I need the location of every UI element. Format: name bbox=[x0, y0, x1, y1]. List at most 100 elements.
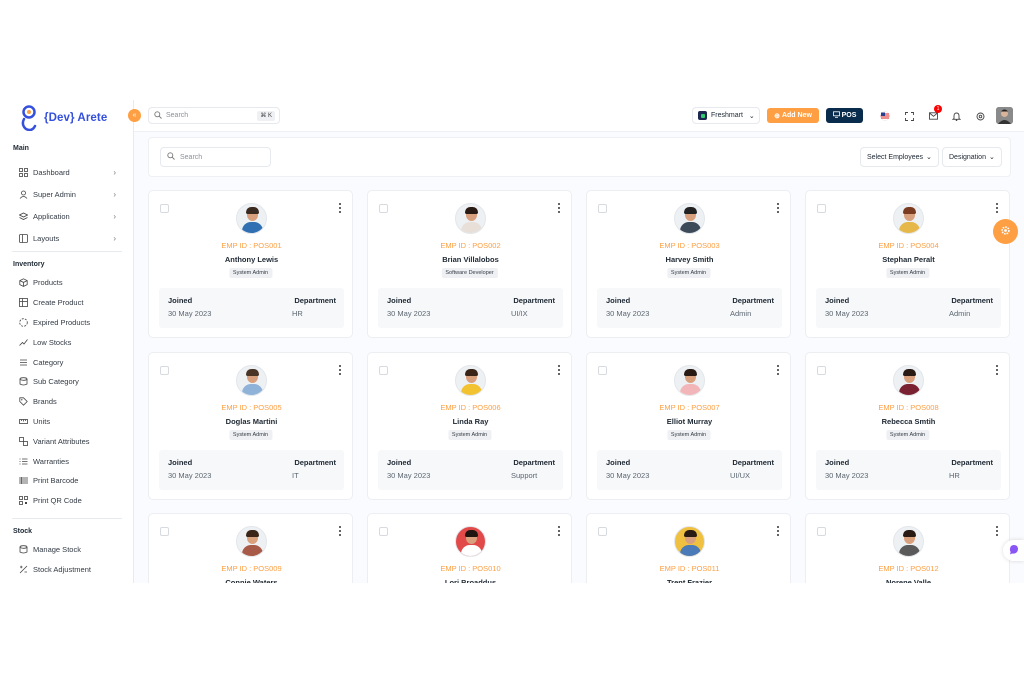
pos-button[interactable]: POS bbox=[826, 108, 863, 123]
chat-widget-button[interactable] bbox=[1003, 540, 1024, 561]
sidebar-item-print-qr-code[interactable]: Print QR Code bbox=[0, 491, 133, 511]
sidebar-item-create-product[interactable]: Create Product bbox=[0, 293, 133, 313]
card-checkbox[interactable] bbox=[598, 204, 607, 213]
settings-icon[interactable] bbox=[973, 109, 987, 123]
sidebar-item-low-stocks[interactable]: Low Stocks bbox=[0, 332, 133, 352]
sidebar-item-stock-adjustment[interactable]: Stock Adjustment bbox=[0, 560, 133, 580]
card-checkbox[interactable] bbox=[598, 366, 607, 375]
card-checkbox[interactable] bbox=[379, 366, 388, 375]
card-checkbox[interactable] bbox=[379, 204, 388, 213]
employee-search-input[interactable]: Search bbox=[160, 147, 271, 167]
more-vertical-icon[interactable] bbox=[557, 365, 561, 375]
brand-logo[interactable]: {Dev} Arete bbox=[20, 104, 107, 132]
more-vertical-icon[interactable] bbox=[995, 203, 999, 213]
select-employees-dropdown[interactable]: Select Employees ⌄ bbox=[860, 147, 939, 167]
employee-card[interactable]: EMP ID : POS002 Brian Villalobos Softwar… bbox=[367, 190, 572, 338]
avatar-hair bbox=[903, 207, 916, 214]
more-vertical-icon[interactable] bbox=[338, 526, 342, 536]
sidebar-item-expired-products[interactable]: Expired Products bbox=[0, 313, 133, 333]
card-checkbox[interactable] bbox=[160, 366, 169, 375]
department-label: Department bbox=[951, 296, 993, 305]
employee-name[interactable]: Connie Waters bbox=[149, 578, 354, 583]
employee-card[interactable]: EMP ID : POS008 Rebecca Smtih System Adm… bbox=[805, 352, 1010, 500]
mail-icon[interactable]: 1 bbox=[926, 105, 942, 123]
fullscreen-icon[interactable] bbox=[902, 109, 916, 123]
employee-card[interactable]: EMP ID : POS004 Stephan Peralt System Ad… bbox=[805, 190, 1010, 338]
joined-date: 30 May 2023 bbox=[168, 471, 212, 480]
sidebar-item-manage-stock[interactable]: Manage Stock bbox=[0, 540, 133, 560]
employee-card[interactable]: EMP ID : POS005 Doglas Martini System Ad… bbox=[148, 352, 353, 500]
language-flag-icon[interactable] bbox=[878, 109, 892, 123]
more-vertical-icon[interactable] bbox=[557, 526, 561, 536]
joined-date: 30 May 2023 bbox=[606, 309, 650, 318]
employee-name[interactable]: Rebecca Smtih bbox=[806, 417, 1011, 426]
user-icon bbox=[19, 190, 28, 199]
sidebar-item-label: Manage Stock bbox=[33, 545, 81, 555]
employee-card[interactable]: EMP ID : POS007 Elliot Murray System Adm… bbox=[586, 352, 791, 500]
employee-role-badge: System Admin bbox=[666, 430, 711, 440]
sidebar-item-brands[interactable]: Brands bbox=[0, 392, 133, 412]
department-value: HR bbox=[292, 309, 303, 318]
employee-name[interactable]: Elliot Murray bbox=[587, 417, 792, 426]
department-value: Admin bbox=[730, 309, 752, 318]
employee-card[interactable]: EMP ID : POS011 Trent Frazier bbox=[586, 513, 791, 583]
card-checkbox[interactable] bbox=[817, 527, 826, 536]
joined-date: 30 May 2023 bbox=[825, 471, 869, 480]
sidebar-item-units[interactable]: Units bbox=[0, 412, 133, 432]
sidebar-item-application[interactable]: Application › bbox=[0, 205, 133, 227]
employee-name[interactable]: Harvey Smith bbox=[587, 255, 792, 264]
user-avatar[interactable] bbox=[996, 107, 1013, 124]
joined-label: Joined bbox=[168, 296, 193, 305]
card-checkbox[interactable] bbox=[817, 366, 826, 375]
employee-name[interactable]: Anthony Lewis bbox=[149, 255, 354, 264]
employee-role-badge: Software Developer bbox=[441, 268, 498, 278]
employee-info-panel: Joined 30 May 2023 Department UI/IX bbox=[378, 288, 563, 328]
card-checkbox[interactable] bbox=[160, 204, 169, 213]
sidebar-item-dashboard[interactable]: Dashboard › bbox=[0, 161, 133, 183]
employee-name[interactable]: Trent Frazier bbox=[587, 578, 792, 583]
employee-name[interactable]: Brian Villalobos bbox=[368, 255, 573, 264]
header-search-input[interactable]: Search ⌘ K bbox=[148, 107, 280, 124]
employee-card[interactable]: EMP ID : POS003 Harvey Smith System Admi… bbox=[586, 190, 791, 338]
select-employees-label: Select Employees bbox=[867, 153, 924, 161]
card-checkbox[interactable] bbox=[160, 527, 169, 536]
employee-card[interactable]: EMP ID : POS010 Lori Broaddus bbox=[367, 513, 572, 583]
department-value: UI/IX bbox=[511, 309, 528, 318]
sidebar-item-category[interactable]: Category bbox=[0, 352, 133, 372]
more-vertical-icon[interactable] bbox=[338, 203, 342, 213]
more-vertical-icon[interactable] bbox=[776, 203, 780, 213]
card-checkbox[interactable] bbox=[598, 527, 607, 536]
sidebar-item-super-admin[interactable]: Super Admin › bbox=[0, 183, 133, 205]
sidebar-item-layouts[interactable]: Layouts › bbox=[0, 227, 133, 249]
sidebar-item-warranties[interactable]: Warranties bbox=[0, 451, 133, 471]
card-checkbox[interactable] bbox=[817, 204, 826, 213]
employee-name[interactable]: Doglas Martini bbox=[149, 417, 354, 426]
employee-name[interactable]: Norene Valle bbox=[806, 578, 1011, 583]
theme-settings-button[interactable] bbox=[993, 219, 1018, 244]
employee-card[interactable]: EMP ID : POS006 Linda Ray System Admin J… bbox=[367, 352, 572, 500]
more-vertical-icon[interactable] bbox=[995, 365, 999, 375]
bell-icon[interactable] bbox=[949, 109, 963, 123]
sidebar-toggle-button[interactable]: « bbox=[128, 109, 141, 122]
designation-dropdown[interactable]: Designation ⌄ bbox=[942, 147, 1002, 167]
store-selector[interactable]: Freshmart ⌄ bbox=[692, 107, 760, 124]
sidebar-item-sub-category[interactable]: Sub Category bbox=[0, 372, 133, 392]
employee-role-badge: System Admin bbox=[666, 268, 711, 278]
card-checkbox[interactable] bbox=[379, 527, 388, 536]
add-new-button[interactable]: ⊕ Add New bbox=[767, 108, 819, 123]
sidebar-item-label: Expired Products bbox=[33, 317, 91, 327]
employee-card[interactable]: EMP ID : POS012 Norene Valle bbox=[805, 513, 1010, 583]
sidebar-item-variant-attributes[interactable]: Variant Attributes bbox=[0, 431, 133, 451]
employee-card[interactable]: EMP ID : POS001 Anthony Lewis System Adm… bbox=[148, 190, 353, 338]
more-vertical-icon[interactable] bbox=[776, 526, 780, 536]
sidebar-item-products[interactable]: Products bbox=[0, 273, 133, 293]
employee-card[interactable]: EMP ID : POS009 Connie Waters bbox=[148, 513, 353, 583]
employee-name[interactable]: Lori Broaddus bbox=[368, 578, 573, 583]
employee-name[interactable]: Stephan Peralt bbox=[806, 255, 1011, 264]
more-vertical-icon[interactable] bbox=[776, 365, 780, 375]
employee-name[interactable]: Linda Ray bbox=[368, 417, 573, 426]
more-vertical-icon[interactable] bbox=[338, 365, 342, 375]
more-vertical-icon[interactable] bbox=[995, 526, 999, 536]
sidebar-item-print-barcode[interactable]: Print Barcode bbox=[0, 471, 133, 491]
more-vertical-icon[interactable] bbox=[557, 203, 561, 213]
